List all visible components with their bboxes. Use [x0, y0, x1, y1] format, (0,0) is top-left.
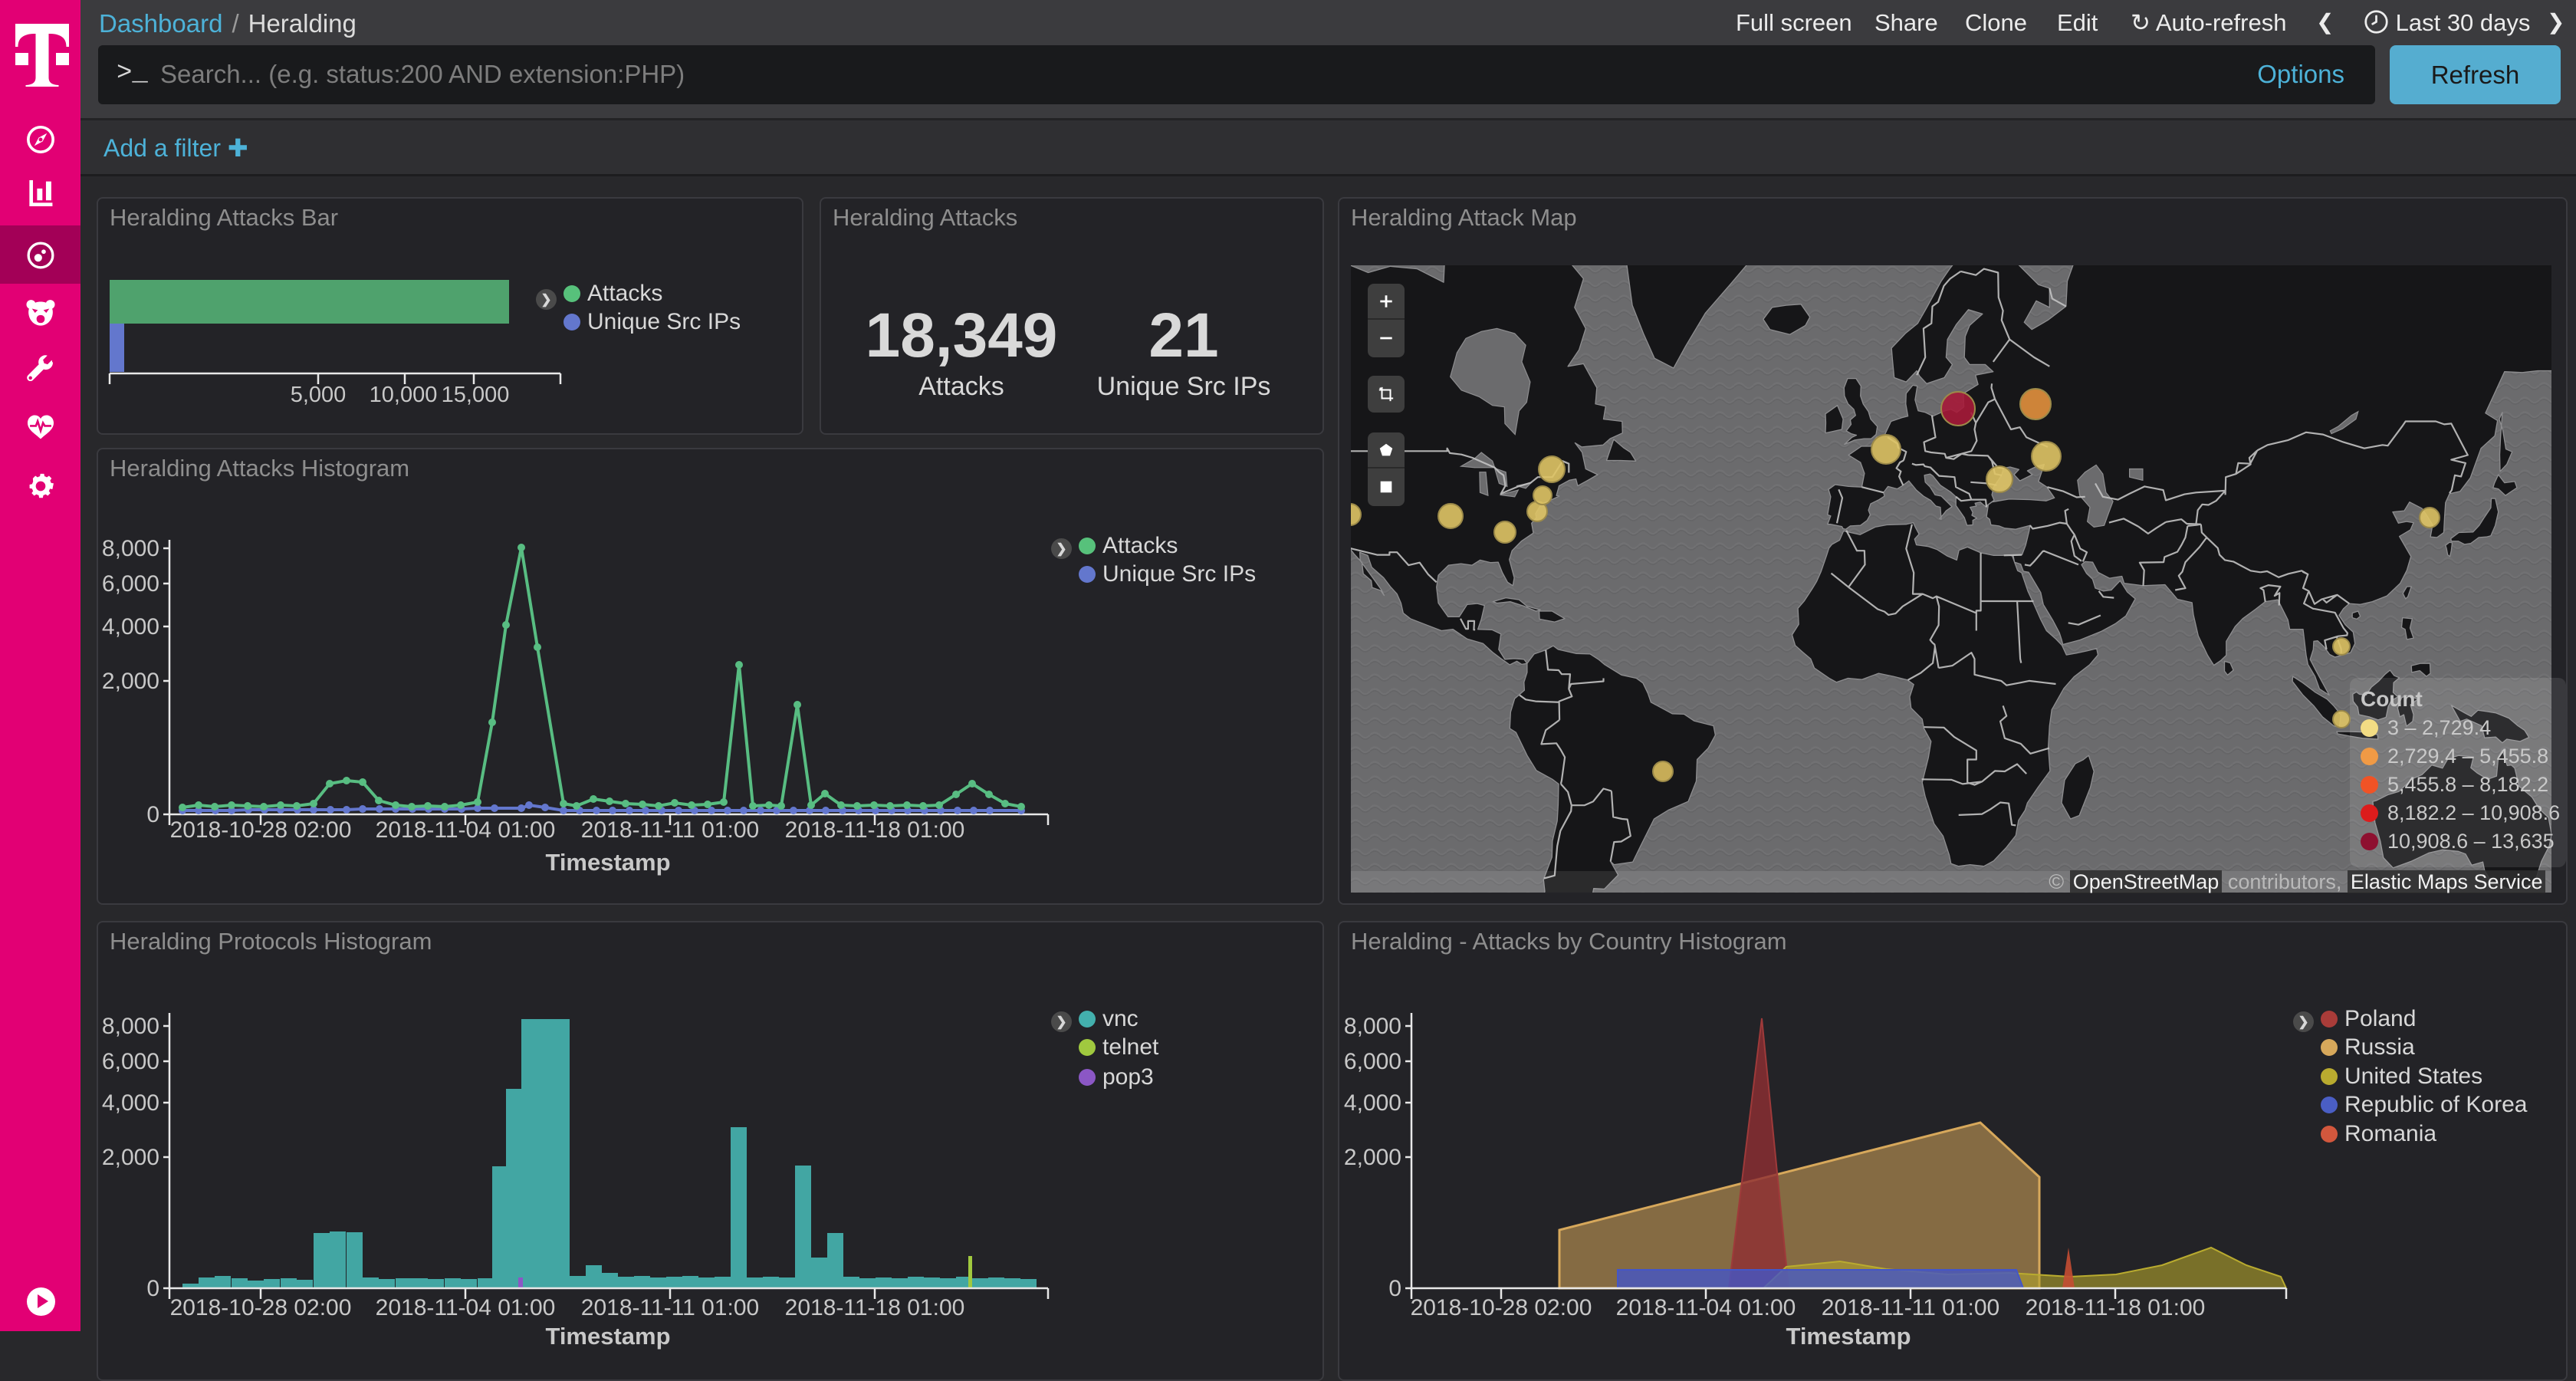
svg-text:2,000: 2,000: [102, 669, 159, 694]
svg-text:2018-11-04 01:00: 2018-11-04 01:00: [1616, 1295, 1796, 1320]
svg-text:8,000: 8,000: [1344, 1014, 1401, 1039]
svg-text:2018-11-11 01:00: 2018-11-11 01:00: [581, 1295, 759, 1320]
svg-text:Timestamp: Timestamp: [545, 849, 670, 876]
svg-text:6,000: 6,000: [102, 571, 159, 597]
svg-text:0: 0: [1388, 1276, 1401, 1301]
svg-text:6,000: 6,000: [1344, 1049, 1401, 1074]
svg-text:2018-11-18 01:00: 2018-11-18 01:00: [785, 1295, 965, 1320]
svg-text:8,000: 8,000: [102, 536, 159, 561]
svg-text:2018-11-18 01:00: 2018-11-18 01:00: [785, 817, 965, 843]
svg-text:2018-10-28 02:00: 2018-10-28 02:00: [170, 817, 352, 843]
svg-text:5,000: 5,000: [291, 383, 347, 407]
svg-text:4,000: 4,000: [1344, 1090, 1401, 1116]
svg-text:2018-11-04 01:00: 2018-11-04 01:00: [376, 817, 556, 843]
svg-text:0: 0: [146, 1276, 159, 1301]
svg-text:2018-11-18 01:00: 2018-11-18 01:00: [2026, 1295, 2206, 1320]
svg-text:2018-10-28 02:00: 2018-10-28 02:00: [170, 1295, 352, 1320]
svg-text:4,000: 4,000: [102, 1090, 159, 1116]
svg-text:8,000: 8,000: [102, 1014, 159, 1039]
svg-text:2018-11-11 01:00: 2018-11-11 01:00: [1822, 1295, 1999, 1320]
svg-text:2018-11-04 01:00: 2018-11-04 01:00: [376, 1295, 556, 1320]
svg-text:4,000: 4,000: [102, 614, 159, 640]
svg-text:15,000: 15,000: [442, 383, 510, 407]
svg-text:2018-10-28 02:00: 2018-10-28 02:00: [1411, 1295, 1592, 1320]
svg-text:2,000: 2,000: [1344, 1145, 1401, 1170]
svg-text:Timestamp: Timestamp: [1786, 1323, 1911, 1350]
svg-text:2,000: 2,000: [102, 1145, 159, 1170]
svg-text:6,000: 6,000: [102, 1049, 159, 1074]
svg-text:Timestamp: Timestamp: [545, 1323, 670, 1350]
svg-text:10,000: 10,000: [370, 383, 438, 407]
svg-text:2018-11-11 01:00: 2018-11-11 01:00: [581, 817, 759, 843]
svg-text:0: 0: [146, 802, 159, 827]
